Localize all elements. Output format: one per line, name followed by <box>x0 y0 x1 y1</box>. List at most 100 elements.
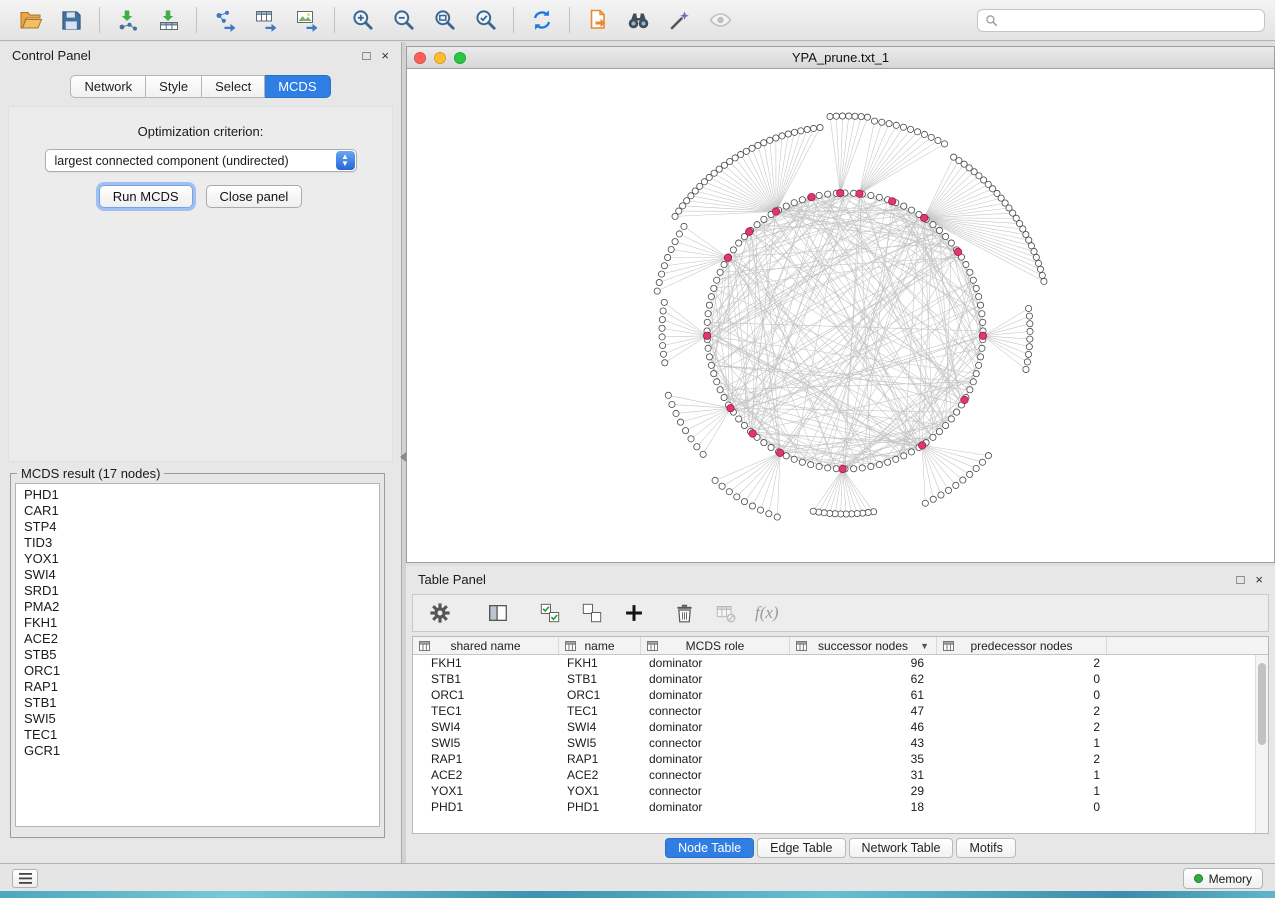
mcds-result-item[interactable]: SWI4 <box>24 567 379 583</box>
table-cell: connector <box>641 736 790 750</box>
settings-gear-icon[interactable] <box>423 598 457 628</box>
node-table: shared name name MCDS role successor nod… <box>412 636 1269 834</box>
list-menu-icon <box>19 873 32 884</box>
close-panel-button[interactable]: Close panel <box>206 185 303 208</box>
table-cell: FKH1 <box>413 656 559 670</box>
table-row[interactable]: SWI5SWI5connector431 <box>413 735 1255 751</box>
toolbar-separator <box>513 7 514 33</box>
table-cell: connector <box>641 704 790 718</box>
show-hide-eye-icon[interactable] <box>700 3 741 37</box>
delete-row-icon[interactable] <box>667 598 701 628</box>
mcds-result-item[interactable]: SRD1 <box>24 583 379 599</box>
window-minimize-icon[interactable] <box>434 52 446 64</box>
mcds-result-item[interactable]: SWI5 <box>24 711 379 727</box>
tab-node-table[interactable]: Node Table <box>665 838 754 858</box>
table-panel-header: Table Panel □ × <box>406 566 1275 592</box>
network-canvas[interactable] <box>406 69 1275 563</box>
column-header-shared-name[interactable]: shared name <box>413 637 559 654</box>
table-row[interactable]: FKH1FKH1dominator962 <box>413 655 1255 671</box>
close-panel-icon[interactable]: × <box>1255 573 1263 586</box>
table-row[interactable]: RAP1RAP1dominator352 <box>413 751 1255 767</box>
table-cell: dominator <box>641 672 790 686</box>
tab-motifs[interactable]: Motifs <box>956 838 1015 858</box>
float-panel-icon[interactable]: □ <box>363 49 371 62</box>
import-table-icon[interactable] <box>148 3 189 37</box>
network-titlebar[interactable]: YPA_prune.txt_1 <box>406 46 1275 69</box>
mcds-result-item[interactable]: ORC1 <box>24 663 379 679</box>
sort-descending-icon: ▼ <box>920 641 929 651</box>
mcds-result-item[interactable]: CAR1 <box>24 503 379 519</box>
table-cell: 61 <box>790 688 937 702</box>
export-table-icon[interactable] <box>245 3 286 37</box>
mcds-result-item[interactable]: PMA2 <box>24 599 379 615</box>
table-row[interactable]: ORC1ORC1dominator610 <box>413 687 1255 703</box>
zoom-in-icon[interactable] <box>342 3 383 37</box>
copy-document-icon[interactable] <box>577 3 618 37</box>
import-network-icon[interactable] <box>107 3 148 37</box>
close-panel-icon[interactable]: × <box>381 49 389 62</box>
table-cell: 0 <box>937 800 1107 814</box>
tab-network[interactable]: Network <box>70 75 146 98</box>
search-input[interactable] <box>1003 13 1257 27</box>
memory-status-icon <box>1194 874 1203 883</box>
control-panel: Control Panel □ × Network Style Select M… <box>0 42 402 863</box>
table-row[interactable]: TEC1TEC1connector472 <box>413 703 1255 719</box>
window-close-icon[interactable] <box>414 52 426 64</box>
table-row[interactable]: ACE2ACE2connector311 <box>413 767 1255 783</box>
column-header-name[interactable]: name <box>559 637 641 654</box>
mcds-result-list[interactable]: PHD1CAR1STP4TID3YOX1SWI4SRD1PMA2FKH1ACE2… <box>15 483 380 827</box>
mcds-result-item[interactable]: STP4 <box>24 519 379 535</box>
network-graph[interactable] <box>407 69 1274 561</box>
table-cell: 1 <box>937 768 1107 782</box>
delete-table-icon[interactable] <box>709 598 743 628</box>
table-row[interactable]: PHD1PHD1dominator180 <box>413 799 1255 815</box>
run-mcds-button[interactable]: Run MCDS <box>99 185 193 208</box>
status-menu-button[interactable] <box>12 869 38 888</box>
mcds-result-item[interactable]: TID3 <box>24 535 379 551</box>
zoom-selected-icon[interactable] <box>465 3 506 37</box>
float-panel-icon[interactable]: □ <box>1237 573 1245 586</box>
find-binoculars-icon[interactable] <box>618 3 659 37</box>
table-row[interactable]: STB1STB1dominator620 <box>413 671 1255 687</box>
memory-button[interactable]: Memory <box>1183 868 1263 889</box>
tab-style[interactable]: Style <box>146 75 202 98</box>
apply-function-icon[interactable]: f(x) <box>751 603 779 623</box>
tab-edge-table[interactable]: Edge Table <box>757 838 845 858</box>
mcds-result-item[interactable]: YOX1 <box>24 551 379 567</box>
refresh-icon[interactable] <box>521 3 562 37</box>
export-image-icon[interactable] <box>286 3 327 37</box>
open-file-icon[interactable] <box>10 3 51 37</box>
select-all-icon[interactable] <box>533 598 567 628</box>
column-header-successor-nodes[interactable]: successor nodes ▼ <box>790 637 937 654</box>
optimization-criterion-select[interactable]: largest connected component (undirected)… <box>45 149 357 172</box>
table-cell: YOX1 <box>413 784 559 798</box>
save-icon[interactable] <box>51 3 92 37</box>
tab-select[interactable]: Select <box>202 75 265 98</box>
table-scrollbar[interactable] <box>1255 655 1268 833</box>
table-cell: 2 <box>937 720 1107 734</box>
mcds-result-item[interactable]: FKH1 <box>24 615 379 631</box>
deselect-all-icon[interactable] <box>575 598 609 628</box>
tab-mcds[interactable]: MCDS <box>265 75 330 98</box>
window-zoom-icon[interactable] <box>454 52 466 64</box>
column-header-mcds-role[interactable]: MCDS role <box>641 637 790 654</box>
column-header-predecessor-nodes[interactable]: predecessor nodes <box>937 637 1107 654</box>
zoom-out-icon[interactable] <box>383 3 424 37</box>
tab-network-table[interactable]: Network Table <box>849 838 954 858</box>
style-wand-icon[interactable] <box>659 3 700 37</box>
mcds-result-item[interactable]: GCR1 <box>24 743 379 759</box>
mcds-result-item[interactable]: STB1 <box>24 695 379 711</box>
mcds-result-item[interactable]: ACE2 <box>24 631 379 647</box>
add-row-icon[interactable] <box>617 598 651 628</box>
mcds-result-item[interactable]: STB5 <box>24 647 379 663</box>
table-row[interactable]: YOX1YOX1connector291 <box>413 783 1255 799</box>
mcds-result-item[interactable]: TEC1 <box>24 727 379 743</box>
table-row[interactable]: SWI4SWI4dominator462 <box>413 719 1255 735</box>
zoom-fit-icon[interactable] <box>424 3 465 37</box>
scrollbar-thumb[interactable] <box>1258 663 1266 745</box>
show-columns-icon[interactable] <box>481 598 515 628</box>
mcds-result-item[interactable]: PHD1 <box>24 487 379 503</box>
mcds-result-item[interactable]: RAP1 <box>24 679 379 695</box>
search-box <box>977 9 1265 32</box>
export-network-icon[interactable] <box>204 3 245 37</box>
